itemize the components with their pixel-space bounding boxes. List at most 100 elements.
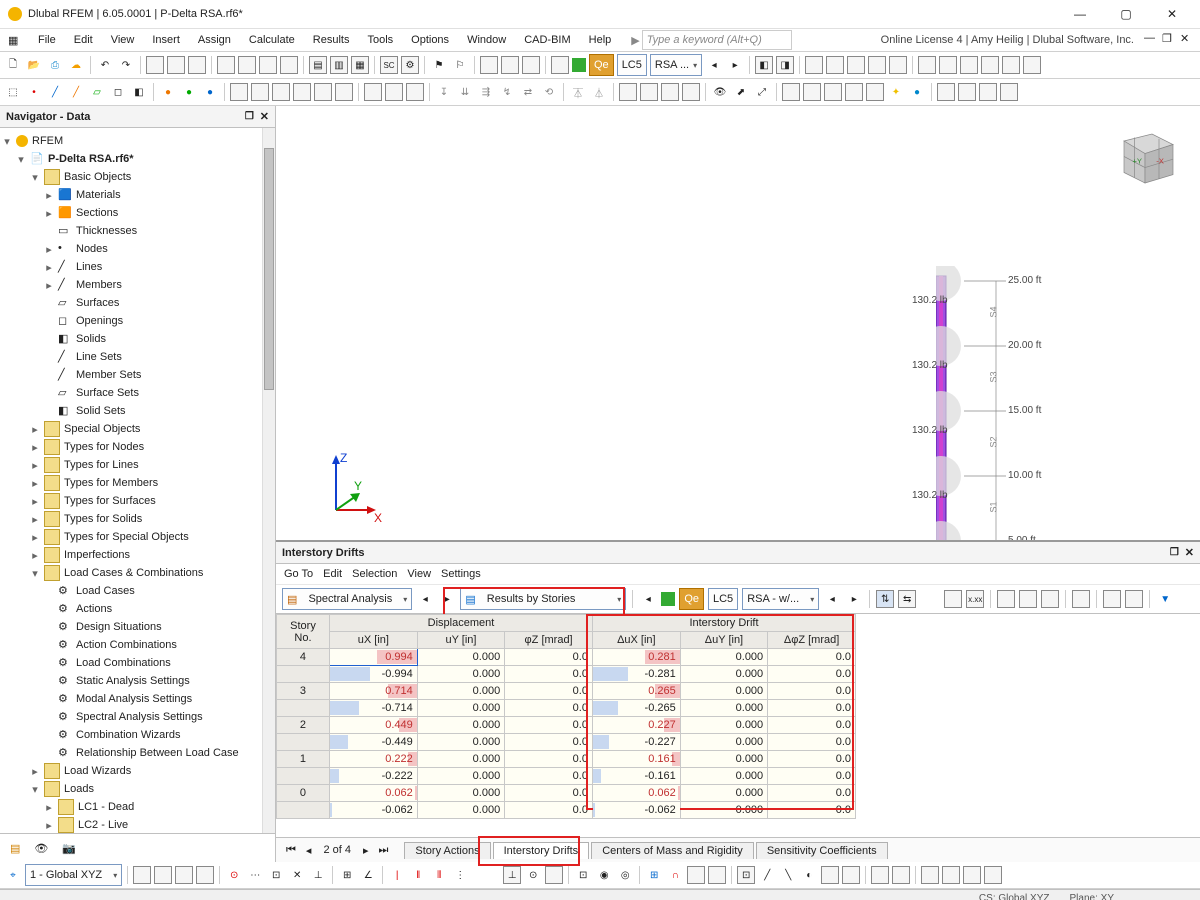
tree-item[interactable]: ▸╱Members: [2, 276, 273, 294]
clr5-icon[interactable]: [866, 83, 884, 101]
tool-c-icon[interactable]: [259, 56, 277, 74]
dim2-icon[interactable]: [385, 83, 403, 101]
panel-menu-settings[interactable]: Settings: [441, 568, 481, 580]
show1-icon[interactable]: 👁: [711, 83, 729, 101]
clr4-icon[interactable]: [845, 83, 863, 101]
view-a-icon[interactable]: [480, 56, 498, 74]
v12-icon[interactable]: ◐: [800, 866, 818, 884]
star-icon[interactable]: ✦: [887, 83, 905, 101]
misc5-icon[interactable]: [1002, 56, 1020, 74]
snap-mid-icon[interactable]: ⋯: [246, 866, 264, 884]
edit6-icon[interactable]: [335, 83, 353, 101]
table-row[interactable]: 4 0.994 0.0000.0 0.281 0.0000.0: [277, 649, 856, 666]
opening-icon[interactable]: ◻: [109, 83, 127, 101]
tool-d-icon[interactable]: [280, 56, 298, 74]
load1-icon[interactable]: ↧: [435, 83, 453, 101]
tree-item[interactable]: ▸LC2 - Live: [2, 816, 273, 833]
rsa-combo-top[interactable]: RSA ...▾: [650, 54, 702, 76]
ptool5-icon[interactable]: [1041, 590, 1059, 608]
cir2-icon[interactable]: ●: [180, 83, 198, 101]
next-lc-icon[interactable]: ▸: [726, 56, 744, 74]
table-row[interactable]: 3 0.714 0.0000.0 0.265 0.0000.0: [277, 683, 856, 700]
misc6-icon[interactable]: [1023, 56, 1041, 74]
render3-icon[interactable]: [847, 56, 865, 74]
panel-color-icon[interactable]: [661, 592, 675, 606]
render2-icon[interactable]: [826, 56, 844, 74]
tab-story-actions[interactable]: Story Actions: [404, 842, 490, 859]
angle-icon[interactable]: ∠: [359, 866, 377, 884]
v13-icon[interactable]: [821, 866, 839, 884]
tree-item[interactable]: ▸•Nodes: [2, 240, 273, 258]
dim1-icon[interactable]: [364, 83, 382, 101]
v15-icon[interactable]: [871, 866, 889, 884]
tree-item[interactable]: ▸Types for Solids: [2, 510, 273, 528]
d1-icon[interactable]: |: [388, 866, 406, 884]
panel-prev-icon[interactable]: ◂: [416, 590, 434, 608]
table2-icon[interactable]: ▥: [330, 56, 348, 74]
new-icon[interactable]: 🗋: [4, 56, 22, 74]
menu-edit[interactable]: Edit: [66, 32, 101, 48]
edit3-icon[interactable]: [272, 83, 290, 101]
show3-icon[interactable]: ⤢: [753, 83, 771, 101]
line-icon[interactable]: ╱: [46, 83, 64, 101]
nav-tab-views-icon[interactable]: 📷: [62, 842, 76, 855]
show2-icon[interactable]: ⬈: [732, 83, 750, 101]
panel-menu-edit[interactable]: Edit: [323, 568, 342, 580]
load5-icon[interactable]: ⇄: [519, 83, 537, 101]
v19-icon[interactable]: [963, 866, 981, 884]
menu-assign[interactable]: Assign: [190, 32, 239, 48]
tree-item[interactable]: ⚙Action Combinations: [2, 636, 273, 654]
clr2-icon[interactable]: [803, 83, 821, 101]
tree-item[interactable]: ▸Types for Lines: [2, 456, 273, 474]
end4-icon[interactable]: [1000, 83, 1018, 101]
ptool8-icon[interactable]: [1125, 590, 1143, 608]
prev-page-icon[interactable]: ◂: [302, 844, 316, 857]
v5-icon[interactable]: ◉: [595, 866, 613, 884]
child-close-icon[interactable]: ✕: [1180, 32, 1196, 48]
end2-icon[interactable]: [958, 83, 976, 101]
table-row[interactable]: -0.222 0.0000.0 -0.161 0.0000.0: [277, 768, 856, 785]
tree-item[interactable]: ◧Solids: [2, 330, 273, 348]
table-row[interactable]: -0.449 0.0000.0 -0.227 0.0000.0: [277, 734, 856, 751]
misc1-icon[interactable]: [918, 56, 936, 74]
v10-icon[interactable]: ╱: [758, 866, 776, 884]
cs-icon[interactable]: ⌖: [4, 866, 22, 884]
edit2-icon[interactable]: [251, 83, 269, 101]
open-icon[interactable]: 📂: [25, 56, 43, 74]
qe-combo-top[interactable]: Qe: [589, 54, 614, 76]
end1-icon[interactable]: [937, 83, 955, 101]
load4-icon[interactable]: ↯: [498, 83, 516, 101]
v14-icon[interactable]: [842, 866, 860, 884]
v17-icon[interactable]: [921, 866, 939, 884]
panel-menu-selection[interactable]: Selection: [352, 568, 397, 580]
table-row[interactable]: 0 0.062 0.0000.0 0.062 0.0000.0: [277, 785, 856, 802]
close-panel-icon[interactable]: ✕: [260, 110, 269, 123]
table-row[interactable]: 2 0.449 0.0000.0 0.227 0.0000.0: [277, 717, 856, 734]
panel-lc5-combo[interactable]: LC5: [708, 588, 738, 610]
ortho-icon[interactable]: [188, 56, 206, 74]
tree-item[interactable]: ▸Imperfections: [2, 546, 273, 564]
snap-node-icon[interactable]: ⊙: [225, 866, 243, 884]
solid-icon[interactable]: ◧: [130, 83, 148, 101]
tree-item[interactable]: ▸Types for Surfaces: [2, 492, 273, 510]
table-row[interactable]: 1 0.222 0.0000.0 0.161 0.0000.0: [277, 751, 856, 768]
flag2-icon[interactable]: ⚐: [451, 56, 469, 74]
render5-icon[interactable]: [889, 56, 907, 74]
render4-icon[interactable]: [868, 56, 886, 74]
tree-item[interactable]: ⚙Load Combinations: [2, 654, 273, 672]
tree-item[interactable]: ⚙Actions: [2, 600, 273, 618]
tree-item[interactable]: ▸Types for Special Objects: [2, 528, 273, 546]
dock-icon[interactable]: ❐: [245, 111, 254, 122]
tree-item[interactable]: ◧Solid Sets: [2, 402, 273, 420]
node-icon[interactable]: •: [25, 83, 43, 101]
edit1-icon[interactable]: [230, 83, 248, 101]
child-restore-icon[interactable]: ❐: [1162, 32, 1178, 48]
load3-icon[interactable]: ⇶: [477, 83, 495, 101]
res3-icon[interactable]: [661, 83, 679, 101]
load6-icon[interactable]: ⟲: [540, 83, 558, 101]
sync1-icon[interactable]: ⇅: [876, 590, 894, 608]
tree-item[interactable]: ▸🟦Materials: [2, 186, 273, 204]
color-green-icon[interactable]: [572, 58, 586, 72]
res1-icon[interactable]: [619, 83, 637, 101]
calc-icon[interactable]: ⚙: [401, 56, 419, 74]
